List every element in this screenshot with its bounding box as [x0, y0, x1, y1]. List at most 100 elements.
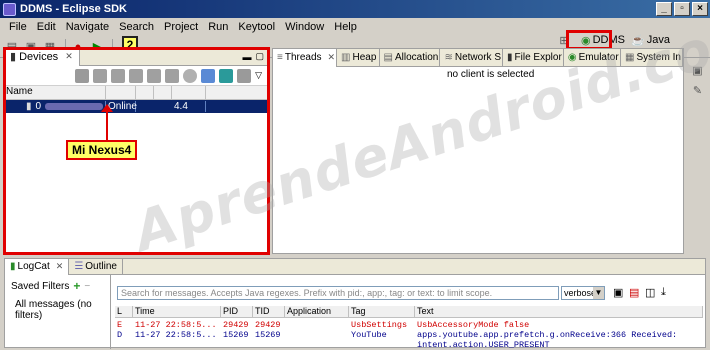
tab-network[interactable]: ≋ Network S [440, 48, 504, 67]
logcat-icon: ▮ [10, 261, 16, 272]
log-level [115, 340, 133, 350]
tab-threads-label: Threads [284, 52, 322, 63]
saved-filters-label: Saved Filters [11, 280, 70, 292]
col-pid[interactable]: PID [221, 306, 253, 317]
tab-threads[interactable]: ≡ Threads ✕ [273, 48, 338, 67]
log-tid: 15269 [255, 330, 281, 340]
threads-icon: ≡ [277, 52, 283, 63]
toggle-filters-icon[interactable]: ◫ [645, 286, 655, 299]
logcat-tab-bar: ▮ LogCat ✕ ☰ Outline [5, 258, 705, 275]
add-filter-icon[interactable]: + [73, 279, 80, 293]
log-tid [253, 340, 285, 350]
emulator-icon: ◉ [567, 52, 577, 63]
device-details-panel: ≡ Threads ✕ ▥ Heap ▤ Allocation ≋ Network S ▮… [272, 48, 684, 254]
log-tag [349, 340, 415, 350]
ddms-highlight-box [566, 30, 612, 50]
tab-heap-label: Heap [352, 52, 377, 63]
close-button[interactable]: × [692, 2, 708, 16]
log-app [285, 330, 349, 340]
menu-edit[interactable]: Edit [32, 21, 61, 33]
col-application[interactable]: Application [285, 306, 349, 317]
restore-view-icon[interactable]: ▣ [690, 62, 706, 78]
col-tid[interactable]: TID [253, 306, 285, 317]
tab-allocation-label: Allocation [394, 52, 439, 63]
col-time[interactable]: Time [133, 306, 221, 317]
tab-emulator-label: Emulator [578, 52, 619, 63]
menu-navigate[interactable]: Navigate [61, 21, 114, 33]
tab-file-explorer-label: File Explor [514, 52, 562, 63]
log-pid [221, 340, 253, 350]
allocation-icon: ▤ [383, 52, 393, 63]
log-app [285, 320, 349, 330]
log-pid: 15269 [223, 330, 249, 340]
log-level: D [117, 330, 123, 340]
tab-network-label: Network S [454, 52, 501, 63]
log-level-select[interactable]: verbose ▼ [561, 286, 605, 300]
tab-emulator[interactable]: ◉ Emulator [564, 48, 621, 67]
log-text: intent.action.USER_PRESENT [417, 340, 550, 350]
java-perspective-button[interactable]: ☕ Java [631, 34, 670, 47]
java-icon: ☕ [631, 34, 645, 47]
clear-log-icon[interactable]: ▤ [629, 286, 639, 299]
log-level-value: verbose [564, 288, 597, 298]
tab-file-explorer[interactable]: ▮ File Explor [503, 48, 564, 67]
log-app [285, 340, 349, 350]
menu-run[interactable]: Run [203, 21, 233, 33]
chevron-down-icon: ▼ [593, 287, 604, 299]
col-level[interactable]: L [115, 306, 133, 317]
log-tid: 29429 [255, 320, 281, 330]
logcat-search-input[interactable]: Search for messages. Accepts Java regexe… [117, 286, 559, 300]
maximize-button[interactable]: ▫ [674, 2, 690, 16]
menu-keytool[interactable]: Keytool [233, 21, 280, 33]
tab-outline-label: Outline [85, 261, 117, 272]
saved-filters-pane: Saved Filters + − All messages (no filte… [5, 275, 111, 349]
tab-system-info-label: System In [636, 52, 681, 63]
system-info-icon: ▦ [625, 52, 635, 63]
callout-arrowhead [101, 104, 113, 112]
log-time [133, 340, 221, 350]
minimize-button[interactable]: _ [656, 2, 672, 16]
tab-logcat[interactable]: ▮ LogCat ✕ [5, 258, 70, 275]
details-tab-bar: ≡ Threads ✕ ▥ Heap ▤ Allocation ≋ Network S ▮… [273, 48, 683, 67]
log-row[interactable]: intent.action.USER_PRESENT [115, 340, 703, 350]
col-tag[interactable]: Tag [349, 306, 415, 317]
right-trim-toolbar: ▣ ✎ [688, 58, 710, 254]
all-messages-filter[interactable]: All messages (no filters) [5, 299, 110, 321]
log-tag: UsbSettings [351, 320, 408, 330]
tab-heap[interactable]: ▥ Heap [337, 48, 380, 67]
close-icon[interactable]: ✕ [56, 261, 64, 272]
log-level: E [117, 320, 123, 330]
log-table-header: L Time PID TID Application Tag Text [115, 306, 703, 318]
menu-file[interactable]: File [4, 21, 32, 33]
log-text: UsbAccessoryMode false [417, 320, 530, 330]
menu-project[interactable]: Project [159, 21, 203, 33]
save-log-icon[interactable]: ▣ [613, 286, 623, 299]
remove-filter-icon[interactable]: − [84, 281, 90, 292]
device-callout-label: Mi Nexus4 [66, 140, 138, 160]
title-bar: DDMS - Eclipse SDK _ ▫ × [0, 0, 710, 18]
eclipse-app-icon [3, 2, 16, 16]
log-row[interactable]: D 11-27 22:58:5... 15269 15269 YouTube a… [115, 330, 703, 340]
log-row[interactable]: E 11-27 22:58:5... 29429 29429 UsbSettin… [115, 320, 703, 330]
no-client-message: no client is selected [447, 69, 535, 80]
menu-help[interactable]: Help [329, 21, 362, 33]
callout-arrow [106, 108, 108, 140]
close-icon[interactable]: ✕ [328, 52, 336, 63]
network-icon: ≋ [444, 52, 453, 63]
tab-system-info[interactable]: ▦ System In [621, 48, 683, 67]
col-text[interactable]: Text [415, 306, 703, 317]
heap-icon: ▥ [341, 52, 351, 63]
window-title: DDMS - Eclipse SDK [20, 3, 127, 15]
log-time: 11-27 22:58:5... [135, 320, 217, 330]
scroll-lock-icon[interactable]: ⤓ [661, 286, 666, 299]
tab-allocation[interactable]: ▤ Allocation [380, 48, 441, 67]
tab-outline[interactable]: ☰ Outline [69, 258, 123, 275]
log-text: apps.youtube.app.prefetch.g.onReceive:36… [417, 330, 678, 340]
log-pid: 29429 [223, 320, 249, 330]
log-tag: YouTube [351, 330, 387, 340]
menu-search[interactable]: Search [114, 21, 159, 33]
pencil-icon[interactable]: ✎ [690, 82, 706, 98]
menu-window[interactable]: Window [280, 21, 329, 33]
file-explorer-icon: ▮ [507, 52, 513, 63]
log-time: 11-27 22:58:5... [135, 330, 217, 340]
